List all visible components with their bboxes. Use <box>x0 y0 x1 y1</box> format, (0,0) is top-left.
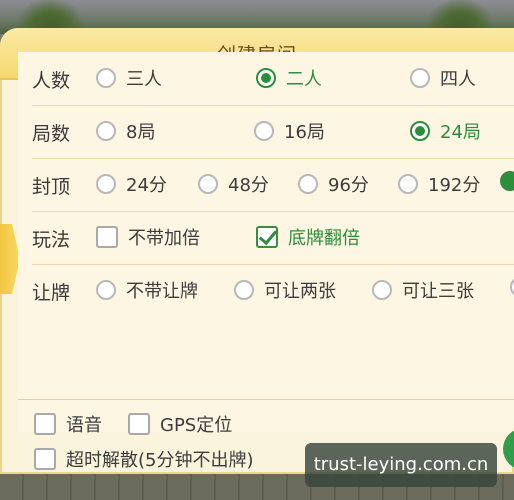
option-label: 三人 <box>126 69 162 90</box>
option-no-double[interactable]: 不带加倍 <box>96 223 200 251</box>
option-label: 超时解散(5分钟不出牌) <box>66 450 254 471</box>
option-label: 二人 <box>286 69 322 90</box>
radio-icon[interactable] <box>398 174 418 194</box>
option-label: GPS定位 <box>160 415 233 436</box>
divider <box>18 399 514 400</box>
option-gps[interactable]: GPS定位 <box>128 411 232 437</box>
option-label: 96分 <box>328 175 369 196</box>
radio-icon[interactable] <box>198 174 218 194</box>
row-players: 人数 三人 二人 四人 <box>32 52 514 106</box>
radio-icon[interactable] <box>254 121 274 141</box>
radio-selected-icon[interactable] <box>256 68 276 88</box>
row-label: 局数 <box>32 123 71 145</box>
radio-cutoff-icon[interactable] <box>500 171 514 191</box>
radio-selected-icon[interactable] <box>410 121 430 141</box>
option-three-players[interactable]: 三人 <box>96 64 162 92</box>
radio-icon[interactable] <box>96 280 116 300</box>
option-four-players[interactable]: 四人 <box>410 64 476 92</box>
row-label: 让牌 <box>32 282 71 304</box>
option-label: 24分 <box>126 175 167 196</box>
radio-icon[interactable] <box>372 280 392 300</box>
checkbox-checked-icon[interactable] <box>256 226 278 248</box>
radio-icon[interactable] <box>298 174 318 194</box>
watermark: trust-leying.com.cn <box>305 443 497 487</box>
option-label: 不带加倍 <box>128 228 200 249</box>
radio-icon[interactable] <box>96 68 116 88</box>
options-panel: 人数 三人 二人 四人 局数 8局 16局 24局 封顶 24分 48分 96分… <box>18 52 514 432</box>
option-8-rounds[interactable]: 8局 <box>96 117 155 145</box>
option-cap-24[interactable]: 24分 <box>96 170 167 198</box>
side-tab-arrow[interactable] <box>0 224 20 294</box>
row-play: 玩法 不带加倍 底牌翻倍 <box>32 211 514 265</box>
option-bottom-double[interactable]: 底牌翻倍 <box>256 223 360 251</box>
checkbox-icon[interactable] <box>96 226 118 248</box>
radio-cutoff-icon[interactable] <box>510 277 514 297</box>
option-label: 24局 <box>440 122 481 143</box>
radio-icon[interactable] <box>234 280 254 300</box>
row-label: 封顶 <box>32 176 71 198</box>
option-label: 语音 <box>66 415 102 436</box>
radio-icon[interactable] <box>96 121 116 141</box>
row-label: 人数 <box>32 70 71 92</box>
option-label: 可让两张 <box>264 281 336 302</box>
option-cap-48[interactable]: 48分 <box>198 170 269 198</box>
checkbox-icon[interactable] <box>34 448 56 470</box>
option-cap-192[interactable]: 192分 <box>398 170 480 198</box>
option-label: 192分 <box>428 175 481 196</box>
row-cap: 封顶 24分 48分 96分 192分 <box>32 158 514 212</box>
row-rounds: 局数 8局 16局 24局 <box>32 105 514 159</box>
option-label: 不带让牌 <box>126 281 198 302</box>
option-16-rounds[interactable]: 16局 <box>254 117 325 145</box>
row-label: 玩法 <box>32 229 71 251</box>
radio-icon[interactable] <box>96 174 116 194</box>
option-label: 四人 <box>440 69 476 90</box>
checkbox-icon[interactable] <box>34 413 56 435</box>
option-timeout-dismiss[interactable]: 超时解散(5分钟不出牌) <box>34 446 254 472</box>
checkbox-icon[interactable] <box>128 413 150 435</box>
option-24-rounds[interactable]: 24局 <box>410 117 481 145</box>
option-label: 底牌翻倍 <box>288 228 360 249</box>
option-label: 48分 <box>228 175 269 196</box>
option-concede-three[interactable]: 可让三张 <box>372 276 474 304</box>
radio-icon[interactable] <box>410 68 430 88</box>
option-no-concede[interactable]: 不带让牌 <box>96 276 198 304</box>
option-two-players[interactable]: 二人 <box>256 64 322 92</box>
option-cap-96[interactable]: 96分 <box>298 170 369 198</box>
option-label: 16局 <box>284 122 325 143</box>
row-concede: 让牌 不带让牌 可让两张 可让三张 <box>32 264 514 317</box>
option-voice[interactable]: 语音 <box>34 411 102 437</box>
option-label: 8局 <box>126 122 156 143</box>
option-concede-two[interactable]: 可让两张 <box>234 276 336 304</box>
option-label: 可让三张 <box>402 281 474 302</box>
